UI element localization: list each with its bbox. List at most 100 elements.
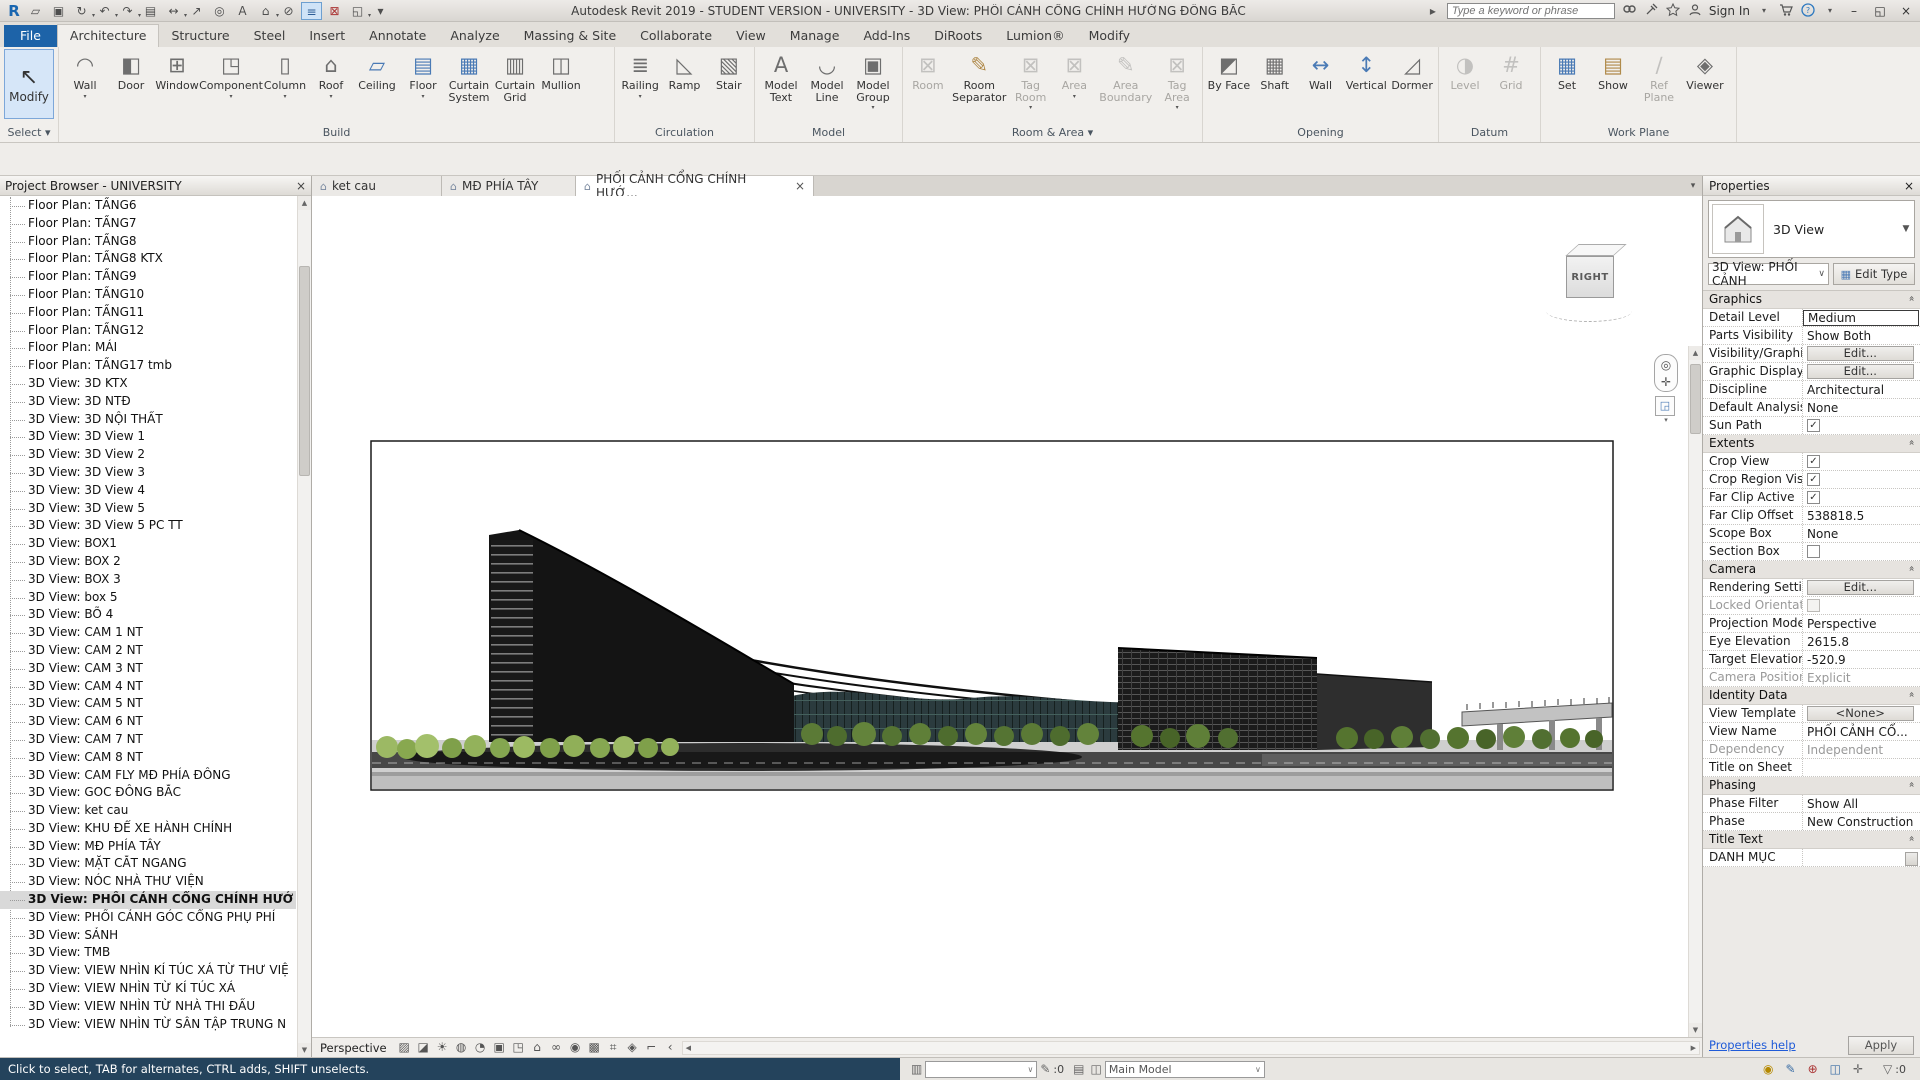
- scroll-down-icon[interactable]: ▼: [298, 1043, 311, 1057]
- tree-item[interactable]: 3D View: BÕ 4: [0, 606, 296, 624]
- tree-item[interactable]: 3D View: CAM 2 NT: [0, 642, 296, 660]
- property-row[interactable]: Crop View: [1703, 453, 1920, 471]
- temporary-hide-isolate-icon[interactable]: ∞: [547, 1040, 566, 1055]
- minimize-button[interactable]: –: [1844, 4, 1864, 18]
- property-value[interactable]: [1803, 597, 1920, 614]
- area-button[interactable]: ⊠ Area: [1053, 50, 1097, 122]
- undo-icon[interactable]: ↶: [94, 2, 118, 25]
- project-browser-header[interactable]: Project Browser - UNIVERSITY ×: [0, 176, 311, 196]
- tag-area-button[interactable]: ⊠ Tag Area: [1155, 50, 1199, 122]
- revit-logo[interactable]: R: [4, 2, 24, 20]
- property-value[interactable]: [1803, 471, 1920, 488]
- viewcube-compass-ring[interactable]: [1546, 300, 1632, 322]
- type-selector-caret-icon[interactable]: ▼: [1898, 224, 1914, 234]
- view-tab-list-icon[interactable]: ▾: [1684, 176, 1702, 196]
- select-pinned-icon[interactable]: ⊕: [1805, 1062, 1821, 1076]
- sign-in-caret-icon[interactable]: ▾: [1756, 3, 1772, 19]
- tree-item[interactable]: 3D View: 3D NTĐ: [0, 393, 296, 411]
- edit-type-button[interactable]: ▦ Edit Type: [1833, 263, 1915, 285]
- pan-icon[interactable]: ✛: [1661, 375, 1671, 389]
- search-icon[interactable]: [1621, 3, 1637, 19]
- scroll-right-icon[interactable]: ▶: [1688, 1044, 1699, 1052]
- property-row[interactable]: Eye Elevation 2615.8: [1703, 633, 1920, 651]
- help-search-input[interactable]: [1446, 2, 1615, 19]
- tree-item[interactable]: 3D View: CAM 3 NT: [0, 660, 296, 678]
- ribbon-tab[interactable]: Annotate: [357, 25, 438, 47]
- tree-item[interactable]: 3D View: CAM FLY MĐ PHÍA ĐÔNG: [0, 767, 296, 785]
- active-workset-combo[interactable]: ∨: [925, 1060, 1038, 1078]
- filter-icon[interactable]: ▽: [1880, 1062, 1895, 1076]
- property-row[interactable]: Sun Path: [1703, 417, 1920, 435]
- select-links-icon[interactable]: ◉: [1760, 1062, 1776, 1076]
- tree-item[interactable]: Floor Plan: TẦNG17 tmb: [0, 357, 296, 375]
- ribbon-tab[interactable]: Steel: [242, 25, 298, 47]
- property-row[interactable]: Graphic Display... Edit...: [1703, 363, 1920, 381]
- scroll-thumb[interactable]: [299, 266, 310, 476]
- room-separator-button[interactable]: ✎ Room Separator: [950, 50, 1009, 122]
- shaft-opening-button[interactable]: ▦ Shaft: [1252, 50, 1298, 122]
- tree-item[interactable]: Floor Plan: TẦNG8 KTX: [0, 250, 296, 268]
- property-value[interactable]: [1812, 777, 1920, 794]
- tree-item[interactable]: 3D View: CAM 5 NT: [0, 695, 296, 713]
- property-row[interactable]: Crop Region Vis...: [1703, 471, 1920, 489]
- worksets-icon[interactable]: ▥: [908, 1062, 925, 1076]
- wall-button[interactable]: ◠ Wall: [62, 50, 108, 122]
- property-row[interactable]: Far Clip Active: [1703, 489, 1920, 507]
- ribbon-tab[interactable]: Collaborate: [628, 25, 724, 47]
- ribbon-tab[interactable]: Manage: [778, 25, 852, 47]
- ribbon-tab[interactable]: Architecture: [56, 24, 160, 47]
- reveal-constraints-icon[interactable]: ⌐: [642, 1040, 661, 1055]
- property-value[interactable]: [1812, 561, 1920, 578]
- properties-help-link[interactable]: Properties help: [1709, 1038, 1796, 1052]
- tag-by-category-icon[interactable]: ◎: [209, 2, 230, 20]
- ref-plane-button[interactable]: ∕ Ref Plane: [1636, 50, 1682, 122]
- property-checkbox[interactable]: [1807, 419, 1820, 432]
- mullion-button[interactable]: ◫ Mullion: [538, 50, 584, 122]
- show-work-plane-button[interactable]: ▤ Show: [1590, 50, 1636, 122]
- property-value[interactable]: Show Both: [1803, 327, 1920, 344]
- tree-item[interactable]: 3D View: CAM 8 NT: [0, 749, 296, 767]
- viewcube[interactable]: RIGHT: [1546, 244, 1636, 322]
- locked-orientation-icon[interactable]: ⌂: [528, 1040, 547, 1055]
- crop-region-icon[interactable]: ◳: [509, 1040, 528, 1055]
- tree-item[interactable]: Floor Plan: TẦNG10: [0, 286, 296, 304]
- tree-item[interactable]: 3D View: MĐ PHÍA TÂY: [0, 838, 296, 856]
- property-value[interactable]: [1812, 435, 1920, 452]
- collapse-view-bar-icon[interactable]: ‹: [661, 1040, 680, 1055]
- type-selector[interactable]: 3D View ▼: [1708, 200, 1915, 258]
- tree-item[interactable]: 3D View: 3D NỘI THẤT: [0, 411, 296, 429]
- canvas-vertical-scrollbar[interactable]: ▲ ▼: [1688, 346, 1702, 1037]
- properties-header[interactable]: Properties ×: [1703, 176, 1920, 196]
- tree-item[interactable]: 3D View: CAM 6 NT: [0, 713, 296, 731]
- view-tab-close-icon[interactable]: ×: [795, 179, 805, 193]
- measure-icon[interactable]: ↔: [163, 2, 187, 25]
- property-row[interactable]: Phasing: [1703, 777, 1920, 795]
- sun-settings-icon[interactable]: ☀: [433, 1040, 452, 1055]
- model-group-button[interactable]: ▣ Model Group: [850, 50, 896, 122]
- property-checkbox[interactable]: [1807, 491, 1820, 504]
- project-browser-close-icon[interactable]: ×: [296, 179, 306, 193]
- property-row[interactable]: Visibility/Graphi... Edit...: [1703, 345, 1920, 363]
- property-row[interactable]: Title on Sheet: [1703, 759, 1920, 777]
- render-region-icon[interactable]: ▨: [395, 1040, 414, 1055]
- model-line-button[interactable]: ◡ Model Line: [804, 50, 850, 122]
- curtain-grid-button[interactable]: ▥ Curtain Grid: [492, 50, 538, 122]
- property-row[interactable]: Far Clip Offset 538818.5: [1703, 507, 1920, 525]
- open-icon[interactable]: ▱: [25, 2, 46, 20]
- ribbon-tab[interactable]: View: [724, 25, 778, 47]
- dormer-opening-button[interactable]: ◿ Dormer: [1389, 50, 1435, 122]
- sync-with-central-icon[interactable]: ↻: [71, 2, 95, 25]
- floor-button[interactable]: ▤ Floor: [400, 50, 446, 122]
- property-row[interactable]: Camera: [1703, 561, 1920, 579]
- set-work-plane-button[interactable]: ▦ Set: [1544, 50, 1590, 122]
- ribbon-tab[interactable]: Analyze: [438, 25, 511, 47]
- property-row[interactable]: Discipline Architectural: [1703, 381, 1920, 399]
- zoom-icon[interactable]: ◲: [1655, 396, 1675, 416]
- component-button[interactable]: ◳ Component: [199, 50, 263, 122]
- property-row[interactable]: Phase New Construction: [1703, 813, 1920, 831]
- tree-item[interactable]: 3D View: GOC ĐÔNG BẮC: [0, 784, 296, 802]
- favorites-star-icon[interactable]: [1665, 2, 1681, 19]
- ribbon-tab[interactable]: DiRoots: [922, 25, 994, 47]
- property-checkbox[interactable]: [1807, 599, 1820, 612]
- help-icon[interactable]: ?: [1800, 2, 1816, 19]
